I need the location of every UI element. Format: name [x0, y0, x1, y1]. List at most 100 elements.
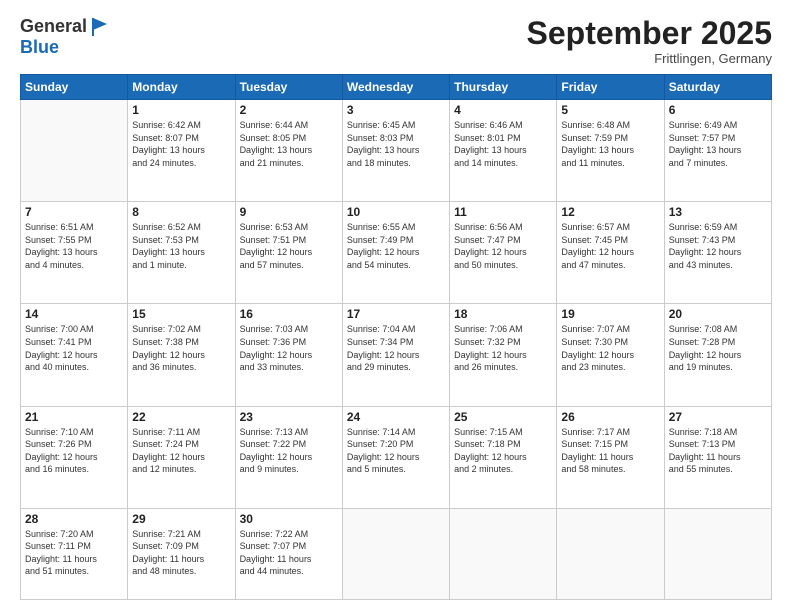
- day-info: Sunrise: 6:59 AM Sunset: 7:43 PM Dayligh…: [669, 221, 767, 271]
- day-number: 1: [132, 103, 230, 117]
- logo: General Blue: [20, 16, 111, 58]
- header: General Blue September 2025 Frittlingen,…: [20, 16, 772, 66]
- day-info: Sunrise: 7:20 AM Sunset: 7:11 PM Dayligh…: [25, 528, 123, 578]
- table-row: [664, 508, 771, 599]
- day-info: Sunrise: 6:49 AM Sunset: 7:57 PM Dayligh…: [669, 119, 767, 169]
- table-row: 19 Sunrise: 7:07 AM Sunset: 7:30 PM Dayli…: [557, 304, 664, 406]
- table-row: 21 Sunrise: 7:10 AM Sunset: 7:26 PM Dayli…: [21, 406, 128, 508]
- day-number: 14: [25, 307, 123, 321]
- logo-blue: Blue: [20, 37, 59, 57]
- col-saturday: Saturday: [664, 75, 771, 100]
- day-number: 11: [454, 205, 552, 219]
- table-row: 1 Sunrise: 6:42 AM Sunset: 8:07 PM Daylig…: [128, 100, 235, 202]
- day-number: 29: [132, 512, 230, 526]
- col-sunday: Sunday: [21, 75, 128, 100]
- day-number: 27: [669, 410, 767, 424]
- day-info: Sunrise: 6:51 AM Sunset: 7:55 PM Dayligh…: [25, 221, 123, 271]
- table-row: 15 Sunrise: 7:02 AM Sunset: 7:38 PM Dayli…: [128, 304, 235, 406]
- day-number: 9: [240, 205, 338, 219]
- day-number: 26: [561, 410, 659, 424]
- day-info: Sunrise: 6:57 AM Sunset: 7:45 PM Dayligh…: [561, 221, 659, 271]
- calendar-header-row: Sunday Monday Tuesday Wednesday Thursday…: [21, 75, 772, 100]
- table-row: 26 Sunrise: 7:17 AM Sunset: 7:15 PM Dayli…: [557, 406, 664, 508]
- day-number: 24: [347, 410, 445, 424]
- day-info: Sunrise: 6:46 AM Sunset: 8:01 PM Dayligh…: [454, 119, 552, 169]
- day-info: Sunrise: 6:45 AM Sunset: 8:03 PM Dayligh…: [347, 119, 445, 169]
- table-row: 18 Sunrise: 7:06 AM Sunset: 7:32 PM Dayli…: [450, 304, 557, 406]
- col-thursday: Thursday: [450, 75, 557, 100]
- table-row: 3 Sunrise: 6:45 AM Sunset: 8:03 PM Daylig…: [342, 100, 449, 202]
- table-row: 27Sunrise: 7:18 AM Sunset: 7:13 PM Dayli…: [664, 406, 771, 508]
- table-row: 28 Sunrise: 7:20 AM Sunset: 7:11 PM Dayli…: [21, 508, 128, 599]
- day-info: Sunrise: 7:13 AM Sunset: 7:22 PM Dayligh…: [240, 426, 338, 476]
- table-row: 12 Sunrise: 6:57 AM Sunset: 7:45 PM Dayli…: [557, 202, 664, 304]
- table-row: 7 Sunrise: 6:51 AM Sunset: 7:55 PM Daylig…: [21, 202, 128, 304]
- day-info: Sunrise: 7:02 AM Sunset: 7:38 PM Dayligh…: [132, 323, 230, 373]
- day-number: 3: [347, 103, 445, 117]
- table-row: 20 Sunrise: 7:08 AM Sunset: 7:28 PM Dayli…: [664, 304, 771, 406]
- day-info: Sunrise: 7:07 AM Sunset: 7:30 PM Dayligh…: [561, 323, 659, 373]
- day-info: Sunrise: 6:53 AM Sunset: 7:51 PM Dayligh…: [240, 221, 338, 271]
- table-row: 23 Sunrise: 7:13 AM Sunset: 7:22 PM Dayli…: [235, 406, 342, 508]
- day-number: 21: [25, 410, 123, 424]
- day-number: 7: [25, 205, 123, 219]
- table-row: 14 Sunrise: 7:00 AM Sunset: 7:41 PM Dayli…: [21, 304, 128, 406]
- day-info: Sunrise: 6:56 AM Sunset: 7:47 PM Dayligh…: [454, 221, 552, 271]
- day-info: Sunrise: 7:11 AM Sunset: 7:24 PM Dayligh…: [132, 426, 230, 476]
- day-info: Sunrise: 7:04 AM Sunset: 7:34 PM Dayligh…: [347, 323, 445, 373]
- day-info: Sunrise: 7:03 AM Sunset: 7:36 PM Dayligh…: [240, 323, 338, 373]
- day-number: 8: [132, 205, 230, 219]
- table-row: 8 Sunrise: 6:52 AM Sunset: 7:53 PM Daylig…: [128, 202, 235, 304]
- day-number: 28: [25, 512, 123, 526]
- table-row: 11 Sunrise: 6:56 AM Sunset: 7:47 PM Dayli…: [450, 202, 557, 304]
- table-row: 16 Sunrise: 7:03 AM Sunset: 7:36 PM Dayli…: [235, 304, 342, 406]
- table-row: 6Sunrise: 6:49 AM Sunset: 7:57 PM Daylig…: [664, 100, 771, 202]
- location-subtitle: Frittlingen, Germany: [527, 51, 772, 66]
- day-info: Sunrise: 7:08 AM Sunset: 7:28 PM Dayligh…: [669, 323, 767, 373]
- table-row: 24 Sunrise: 7:14 AM Sunset: 7:20 PM Dayli…: [342, 406, 449, 508]
- logo-general: General: [20, 17, 87, 37]
- day-number: 16: [240, 307, 338, 321]
- day-number: 23: [240, 410, 338, 424]
- col-wednesday: Wednesday: [342, 75, 449, 100]
- table-row: [450, 508, 557, 599]
- day-number: 22: [132, 410, 230, 424]
- table-row: [557, 508, 664, 599]
- day-info: Sunrise: 7:06 AM Sunset: 7:32 PM Dayligh…: [454, 323, 552, 373]
- day-info: Sunrise: 6:42 AM Sunset: 8:07 PM Dayligh…: [132, 119, 230, 169]
- day-number: 19: [561, 307, 659, 321]
- day-info: Sunrise: 6:55 AM Sunset: 7:49 PM Dayligh…: [347, 221, 445, 271]
- day-number: 10: [347, 205, 445, 219]
- day-info: Sunrise: 7:22 AM Sunset: 7:07 PM Dayligh…: [240, 528, 338, 578]
- day-number: 18: [454, 307, 552, 321]
- day-number: 5: [561, 103, 659, 117]
- month-title: September 2025: [527, 16, 772, 51]
- table-row: 10 Sunrise: 6:55 AM Sunset: 7:49 PM Dayli…: [342, 202, 449, 304]
- day-info: Sunrise: 7:17 AM Sunset: 7:15 PM Dayligh…: [561, 426, 659, 476]
- calendar-table: Sunday Monday Tuesday Wednesday Thursday…: [20, 74, 772, 600]
- col-friday: Friday: [557, 75, 664, 100]
- day-number: 15: [132, 307, 230, 321]
- day-number: 30: [240, 512, 338, 526]
- table-row: 22 Sunrise: 7:11 AM Sunset: 7:24 PM Dayli…: [128, 406, 235, 508]
- page: General Blue September 2025 Frittlingen,…: [0, 0, 792, 612]
- day-number: 13: [669, 205, 767, 219]
- title-block: September 2025 Frittlingen, Germany: [527, 16, 772, 66]
- table-row: 5Sunrise: 6:48 AM Sunset: 7:59 PM Daylig…: [557, 100, 664, 202]
- day-number: 12: [561, 205, 659, 219]
- day-number: 25: [454, 410, 552, 424]
- table-row: 30 Sunrise: 7:22 AM Sunset: 7:07 PM Dayli…: [235, 508, 342, 599]
- day-info: Sunrise: 6:52 AM Sunset: 7:53 PM Dayligh…: [132, 221, 230, 271]
- day-number: 17: [347, 307, 445, 321]
- day-info: Sunrise: 7:14 AM Sunset: 7:20 PM Dayligh…: [347, 426, 445, 476]
- table-row: 9 Sunrise: 6:53 AM Sunset: 7:51 PM Daylig…: [235, 202, 342, 304]
- day-info: Sunrise: 7:00 AM Sunset: 7:41 PM Dayligh…: [25, 323, 123, 373]
- table-row: [21, 100, 128, 202]
- day-number: 20: [669, 307, 767, 321]
- table-row: [342, 508, 449, 599]
- table-row: 2Sunrise: 6:44 AM Sunset: 8:05 PM Daylig…: [235, 100, 342, 202]
- table-row: 25Sunrise: 7:15 AM Sunset: 7:18 PM Dayli…: [450, 406, 557, 508]
- day-info: Sunrise: 7:10 AM Sunset: 7:26 PM Dayligh…: [25, 426, 123, 476]
- table-row: 17 Sunrise: 7:04 AM Sunset: 7:34 PM Dayli…: [342, 304, 449, 406]
- day-info: Sunrise: 6:44 AM Sunset: 8:05 PM Dayligh…: [240, 119, 338, 169]
